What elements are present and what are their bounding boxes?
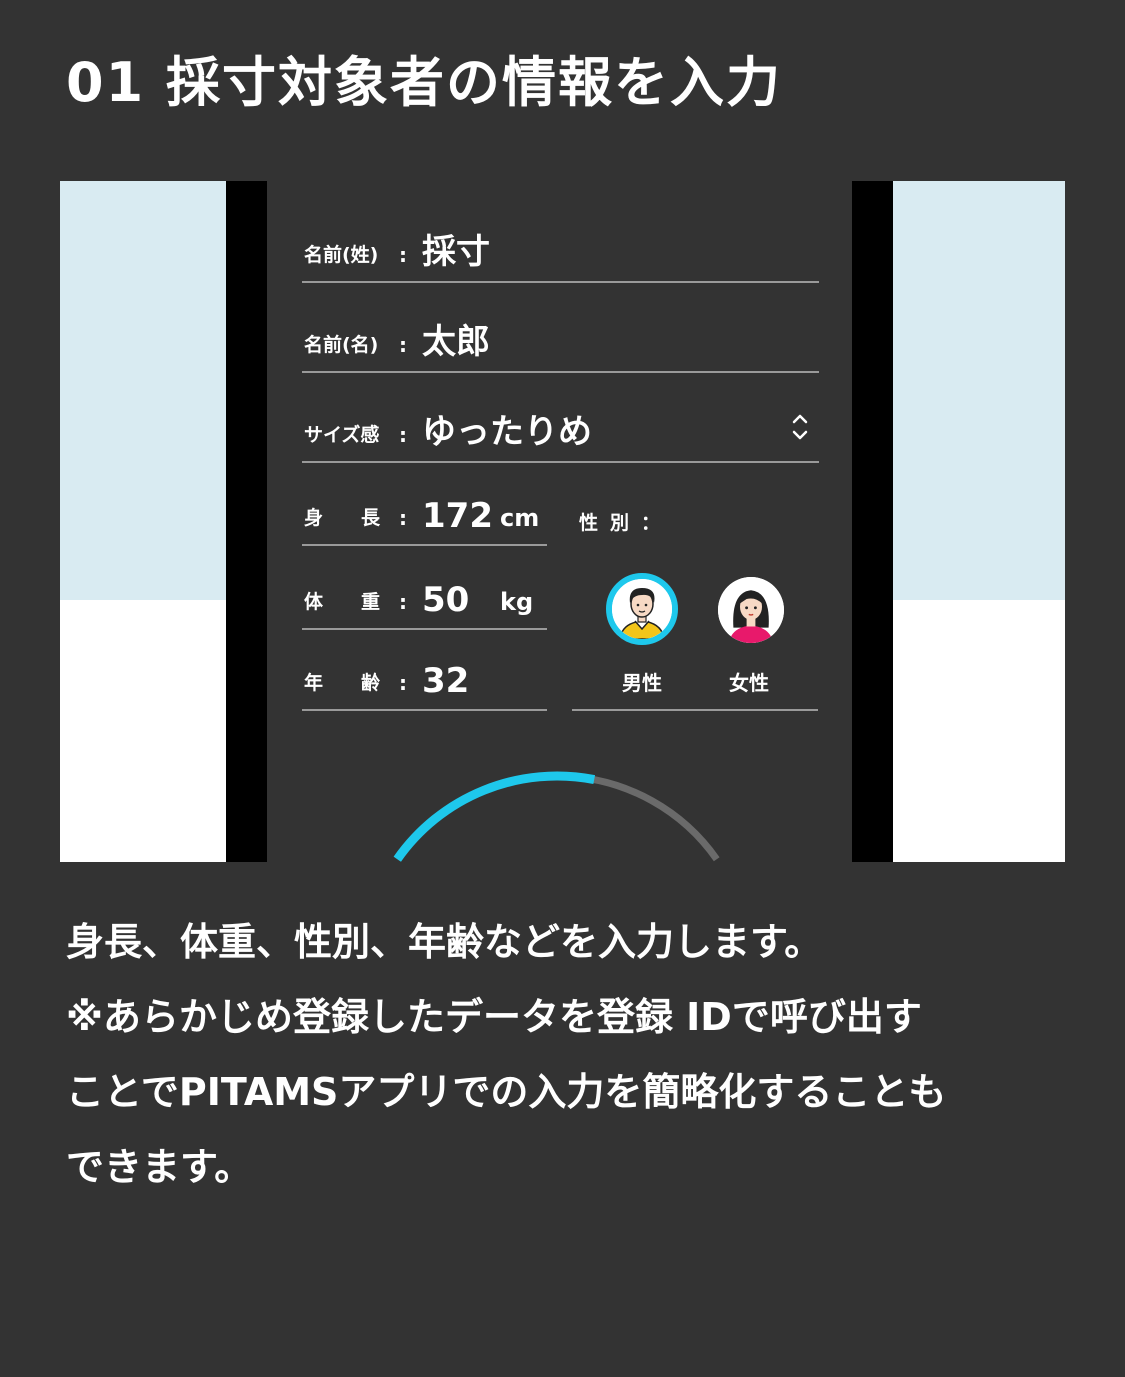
- last-name-value[interactable]: 採寸: [422, 224, 490, 273]
- last-name-colon: :: [399, 243, 407, 267]
- phone-bezel-right: [852, 181, 893, 862]
- weight-label: 体 重: [304, 591, 381, 613]
- phone-bezel-left: [226, 181, 267, 862]
- gender-selector: 男性 女性: [572, 561, 818, 711]
- last-name-field[interactable]: 名前(姓) : 採寸: [302, 223, 819, 283]
- height-unit: cm: [500, 504, 540, 532]
- description-line: できます。: [66, 1145, 253, 1189]
- age-value[interactable]: 32: [422, 661, 469, 701]
- first-name-label: 名前(名): [304, 334, 379, 356]
- progress-track: [394, 772, 720, 862]
- first-name-colon: :: [399, 333, 407, 357]
- female-avatar-icon: [718, 577, 784, 643]
- preview-background-right: [893, 181, 1065, 600]
- age-field[interactable]: 年 齢 : 32: [302, 651, 547, 711]
- gender-option-male-label: 男性: [622, 671, 662, 695]
- gender-option-male[interactable]: [606, 573, 678, 645]
- height-colon: :: [399, 506, 407, 530]
- height-label: 身 長: [304, 507, 381, 529]
- weight-unit: kg: [500, 588, 534, 616]
- description-line: ※あらかじめ登録したデータを登録 IDで呼び出す: [66, 995, 922, 1039]
- last-name-label: 名前(姓): [304, 244, 379, 266]
- description-line: 身長、体重、性別、年齢などを入力します。: [66, 920, 823, 964]
- gender-option-female[interactable]: [718, 577, 784, 643]
- gender-option-female-label: 女性: [729, 671, 769, 695]
- height-field[interactable]: 身 長 : 172 cm: [302, 486, 547, 546]
- preview-background-left: [60, 181, 226, 600]
- size-feel-value[interactable]: ゆったりめ: [422, 404, 592, 453]
- weight-field[interactable]: 体 重 : 50 kg: [302, 570, 547, 630]
- age-colon: :: [399, 671, 407, 695]
- size-feel-colon: :: [399, 423, 407, 447]
- step-title: 01 採寸対象者の情報を入力: [66, 51, 782, 114]
- progress-fill: [393, 771, 596, 862]
- size-feel-select[interactable]: サイズ感 : ゆったりめ: [302, 403, 819, 463]
- app-preview: 名前(姓) : 採寸 名前(名) : 太郎 サイズ感 : ゆったりめ 身 長 :…: [60, 181, 1065, 862]
- height-value[interactable]: 172: [422, 496, 493, 536]
- first-name-value[interactable]: 太郎: [422, 314, 490, 363]
- description-text: 身長、体重、性別、年齢などを入力します。 ※あらかじめ登録したデータを登録 ID…: [66, 905, 1086, 1205]
- gender-label: 性別：: [579, 512, 673, 534]
- male-avatar-icon: [612, 579, 672, 639]
- description-line: ことでPITAMSアプリでの入力を簡略化することも: [66, 1070, 947, 1114]
- chevron-up-down-icon[interactable]: [791, 411, 809, 443]
- first-name-field[interactable]: 名前(名) : 太郎: [302, 313, 819, 373]
- measurement-progress-gauge: [393, 771, 720, 862]
- age-label: 年 齢: [304, 672, 381, 694]
- weight-colon: :: [399, 590, 407, 614]
- phone-screen: 名前(姓) : 採寸 名前(名) : 太郎 サイズ感 : ゆったりめ 身 長 :…: [267, 181, 852, 862]
- size-feel-label: サイズ感: [304, 424, 380, 446]
- weight-value[interactable]: 50: [422, 580, 469, 620]
